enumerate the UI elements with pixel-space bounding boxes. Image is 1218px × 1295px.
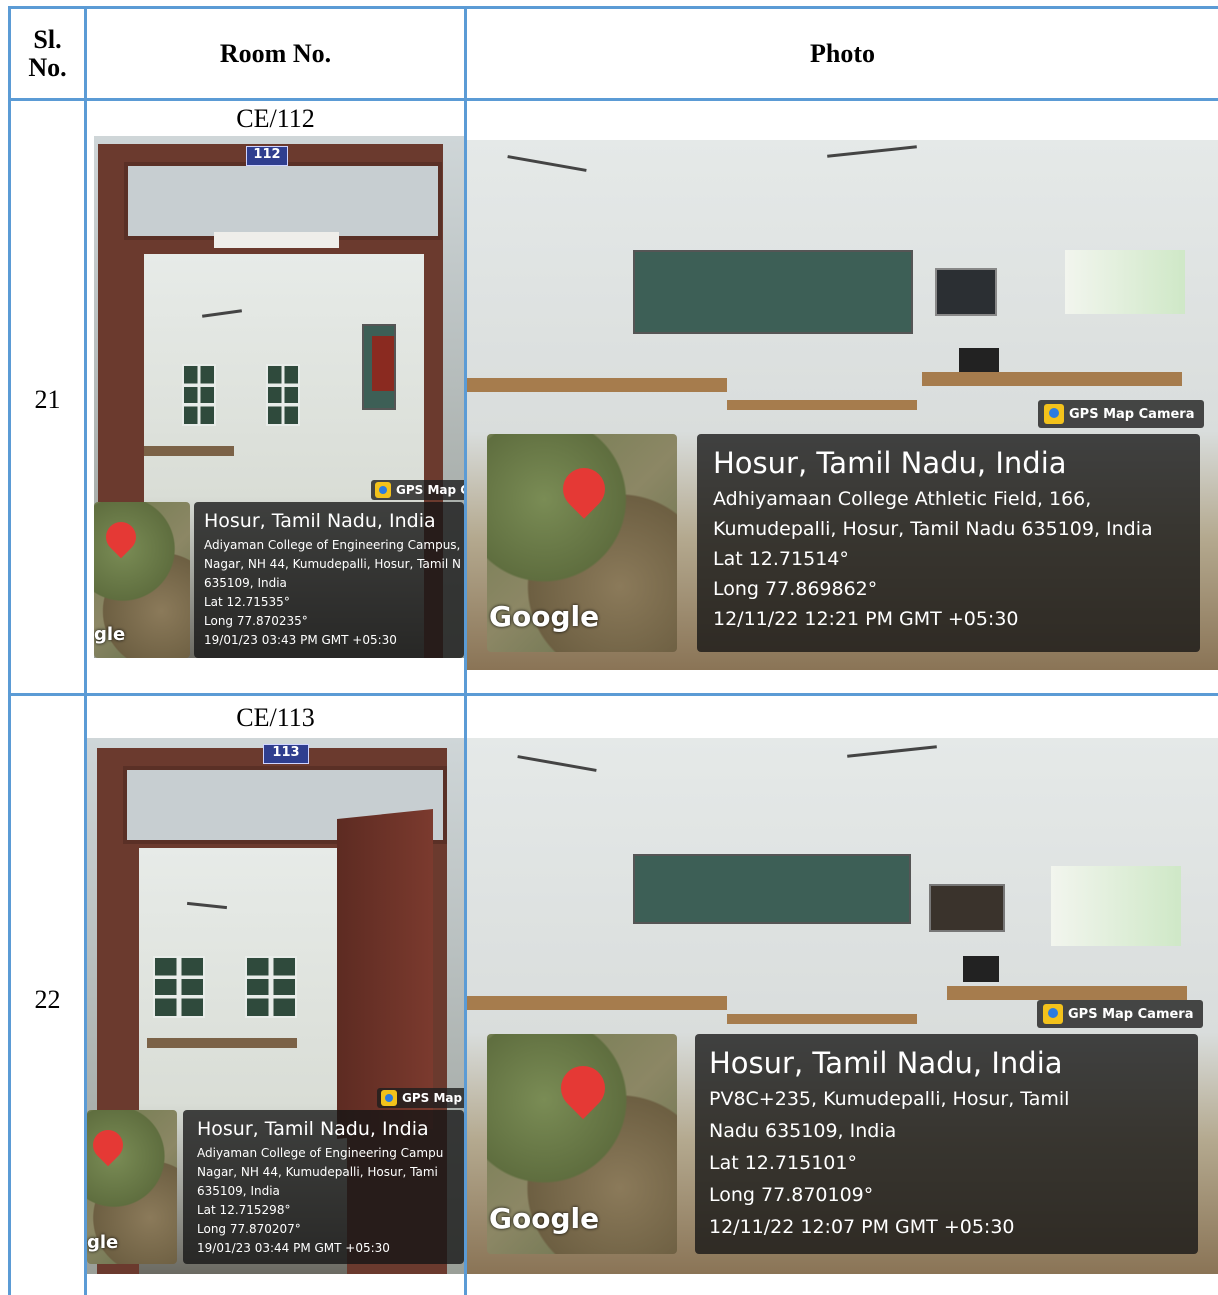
row-room-no: CE/113 — [236, 703, 315, 732]
google-logo: gle — [94, 624, 126, 645]
gps-map-camera-badge: GPS Map Camera — [1037, 1000, 1203, 1028]
header-room-no: Room No. — [219, 38, 332, 68]
gps-map-camera-badge: GPS Map — [377, 1088, 464, 1108]
classroom-photo: GPS Map Camera Google Hosur, Tamil Nadu,… — [467, 738, 1218, 1274]
gps-info-panel: Hosur, Tamil Nadu, India PV8C+235, Kumud… — [695, 1034, 1198, 1254]
camera-icon — [381, 1090, 397, 1106]
gps-info-panel: Hosur, Tamil Nadu, India Adhiyamaan Coll… — [697, 434, 1200, 652]
row-divider — [8, 693, 1218, 696]
gps-info-panel: Hosur, Tamil Nadu, India Adiyaman Colleg… — [194, 502, 464, 658]
gps-map-camera-badge: GPS Map Camera — [1038, 400, 1204, 428]
gps-info-panel: Hosur, Tamil Nadu, India Adiyaman Colleg… — [183, 1110, 464, 1264]
camera-icon — [1043, 1004, 1063, 1024]
row-room-no: CE/112 — [236, 104, 315, 133]
room-number-plate: 113 — [263, 744, 309, 764]
row-sl-no: 21 — [34, 385, 61, 414]
door-photo: 113 GPS Map gle Hosur, Tamil Nadu, India… — [87, 738, 464, 1274]
door-photo: 112 GPS Map C gle Hosur, Tamil Nadu, Ind… — [94, 136, 464, 658]
google-logo: gle — [87, 1232, 119, 1253]
gps-map-camera-badge: GPS Map C — [371, 480, 464, 500]
camera-icon — [375, 482, 391, 498]
table-left-border — [8, 6, 11, 1295]
header-sl-no: Sl. No. — [28, 25, 67, 82]
row-sl-no: 22 — [34, 985, 61, 1014]
google-logo: Google — [489, 600, 600, 633]
classroom-photo: GPS Map Camera Google Hosur, Tamil Nadu,… — [467, 140, 1218, 670]
room-number-plate: 112 — [246, 146, 288, 166]
google-logo: Google — [489, 1202, 600, 1235]
header-photo: Photo — [810, 38, 875, 68]
header-bottom-border — [8, 98, 1218, 101]
camera-icon — [1044, 404, 1064, 424]
